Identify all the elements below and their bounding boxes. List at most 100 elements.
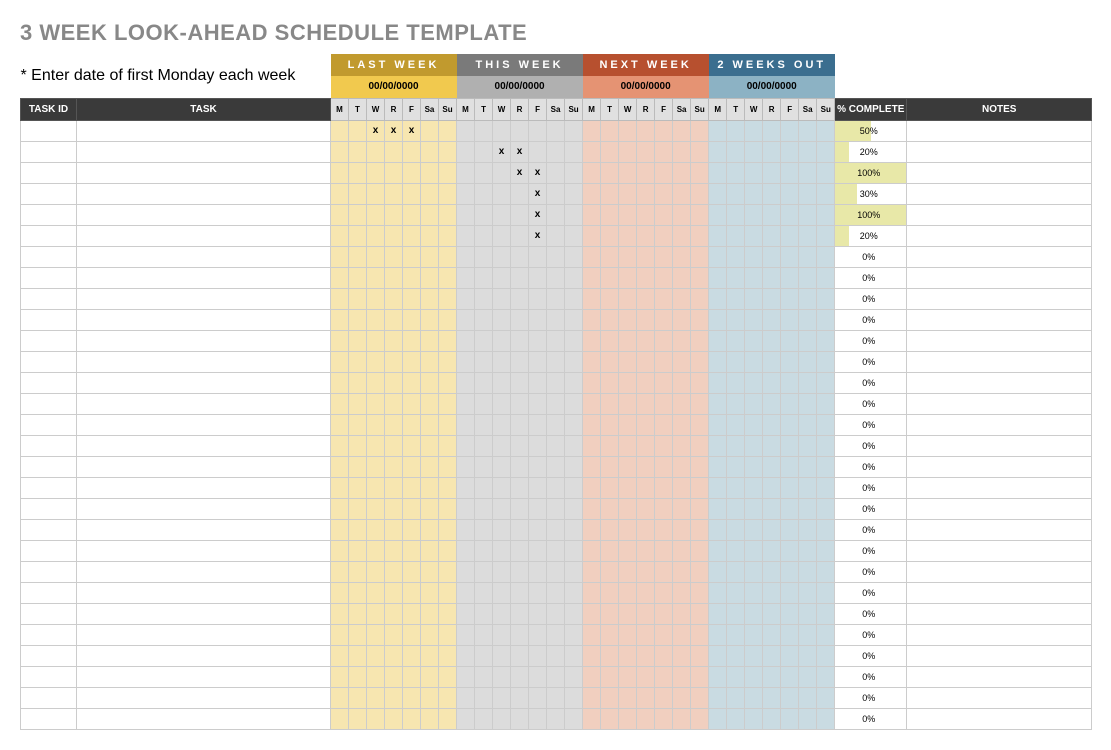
day-cell[interactable]	[817, 498, 835, 519]
day-cell[interactable]	[601, 435, 619, 456]
day-cell[interactable]	[403, 393, 421, 414]
day-cell[interactable]	[799, 687, 817, 708]
day-cell[interactable]	[331, 267, 349, 288]
day-cell[interactable]	[727, 477, 745, 498]
day-cell[interactable]	[799, 393, 817, 414]
day-cell[interactable]	[709, 414, 727, 435]
day-cell[interactable]	[709, 204, 727, 225]
day-cell[interactable]	[457, 414, 475, 435]
day-cell[interactable]	[655, 141, 673, 162]
day-cell[interactable]	[349, 309, 367, 330]
day-cell[interactable]	[655, 183, 673, 204]
task-id-cell[interactable]	[21, 162, 77, 183]
day-cell[interactable]	[475, 498, 493, 519]
day-cell[interactable]	[493, 540, 511, 561]
day-cell[interactable]	[403, 561, 421, 582]
day-cell[interactable]	[457, 540, 475, 561]
pct-complete-cell[interactable]: 0%	[835, 708, 907, 729]
day-cell[interactable]	[331, 708, 349, 729]
day-cell[interactable]	[583, 393, 601, 414]
day-cell[interactable]	[727, 246, 745, 267]
notes-cell[interactable]	[907, 414, 1092, 435]
day-cell[interactable]	[457, 267, 475, 288]
day-cell[interactable]	[439, 204, 457, 225]
notes-cell[interactable]	[907, 603, 1092, 624]
day-cell[interactable]	[385, 183, 403, 204]
task-id-cell[interactable]	[21, 288, 77, 309]
day-cell[interactable]	[529, 624, 547, 645]
day-cell[interactable]	[583, 120, 601, 141]
day-cell[interactable]	[655, 267, 673, 288]
day-cell[interactable]	[403, 477, 421, 498]
task-name-cell[interactable]	[77, 183, 331, 204]
day-cell[interactable]	[547, 267, 565, 288]
day-cell[interactable]	[637, 708, 655, 729]
day-cell[interactable]	[511, 561, 529, 582]
day-cell[interactable]	[529, 687, 547, 708]
day-cell[interactable]	[673, 267, 691, 288]
day-cell[interactable]	[349, 372, 367, 393]
day-cell[interactable]	[439, 183, 457, 204]
day-cell[interactable]	[583, 141, 601, 162]
day-cell[interactable]	[691, 204, 709, 225]
day-cell[interactable]	[583, 267, 601, 288]
day-cell[interactable]	[493, 204, 511, 225]
day-cell[interactable]	[529, 666, 547, 687]
day-cell[interactable]	[709, 225, 727, 246]
day-cell[interactable]	[385, 267, 403, 288]
day-cell[interactable]	[565, 414, 583, 435]
day-cell[interactable]	[763, 351, 781, 372]
day-cell[interactable]	[619, 561, 637, 582]
day-cell[interactable]	[727, 708, 745, 729]
day-cell[interactable]	[475, 435, 493, 456]
day-cell[interactable]	[601, 456, 619, 477]
notes-cell[interactable]	[907, 561, 1092, 582]
day-cell[interactable]	[421, 393, 439, 414]
day-cell[interactable]	[709, 330, 727, 351]
day-cell[interactable]	[709, 624, 727, 645]
day-cell[interactable]	[331, 183, 349, 204]
day-cell[interactable]	[817, 435, 835, 456]
day-cell[interactable]	[583, 204, 601, 225]
day-cell[interactable]	[385, 414, 403, 435]
task-name-cell[interactable]	[77, 267, 331, 288]
day-cell[interactable]	[475, 645, 493, 666]
day-cell[interactable]	[673, 120, 691, 141]
day-cell[interactable]	[817, 141, 835, 162]
day-cell[interactable]	[331, 225, 349, 246]
day-cell[interactable]	[493, 624, 511, 645]
day-cell[interactable]	[781, 393, 799, 414]
day-cell[interactable]	[493, 414, 511, 435]
day-cell[interactable]	[439, 603, 457, 624]
day-cell[interactable]	[529, 246, 547, 267]
pct-complete-cell[interactable]: 0%	[835, 267, 907, 288]
day-cell[interactable]	[457, 309, 475, 330]
day-cell[interactable]	[781, 267, 799, 288]
day-cell[interactable]	[475, 267, 493, 288]
day-cell[interactable]	[799, 435, 817, 456]
day-cell[interactable]	[421, 330, 439, 351]
day-cell[interactable]	[583, 582, 601, 603]
day-cell[interactable]	[547, 288, 565, 309]
day-cell[interactable]	[583, 246, 601, 267]
day-cell[interactable]: x	[367, 120, 385, 141]
day-cell[interactable]	[655, 393, 673, 414]
day-cell[interactable]	[457, 561, 475, 582]
day-cell[interactable]	[457, 498, 475, 519]
day-cell[interactable]	[565, 708, 583, 729]
day-cell[interactable]	[745, 540, 763, 561]
day-cell[interactable]	[709, 309, 727, 330]
day-cell[interactable]	[781, 687, 799, 708]
task-name-cell[interactable]	[77, 666, 331, 687]
day-cell[interactable]	[367, 288, 385, 309]
day-cell[interactable]	[547, 561, 565, 582]
day-cell[interactable]	[583, 162, 601, 183]
day-cell[interactable]	[475, 204, 493, 225]
day-cell[interactable]	[349, 288, 367, 309]
day-cell[interactable]	[619, 624, 637, 645]
pct-complete-cell[interactable]: 100%	[835, 162, 907, 183]
day-cell[interactable]	[493, 288, 511, 309]
task-id-cell[interactable]	[21, 309, 77, 330]
day-cell[interactable]	[547, 225, 565, 246]
day-cell[interactable]	[547, 603, 565, 624]
